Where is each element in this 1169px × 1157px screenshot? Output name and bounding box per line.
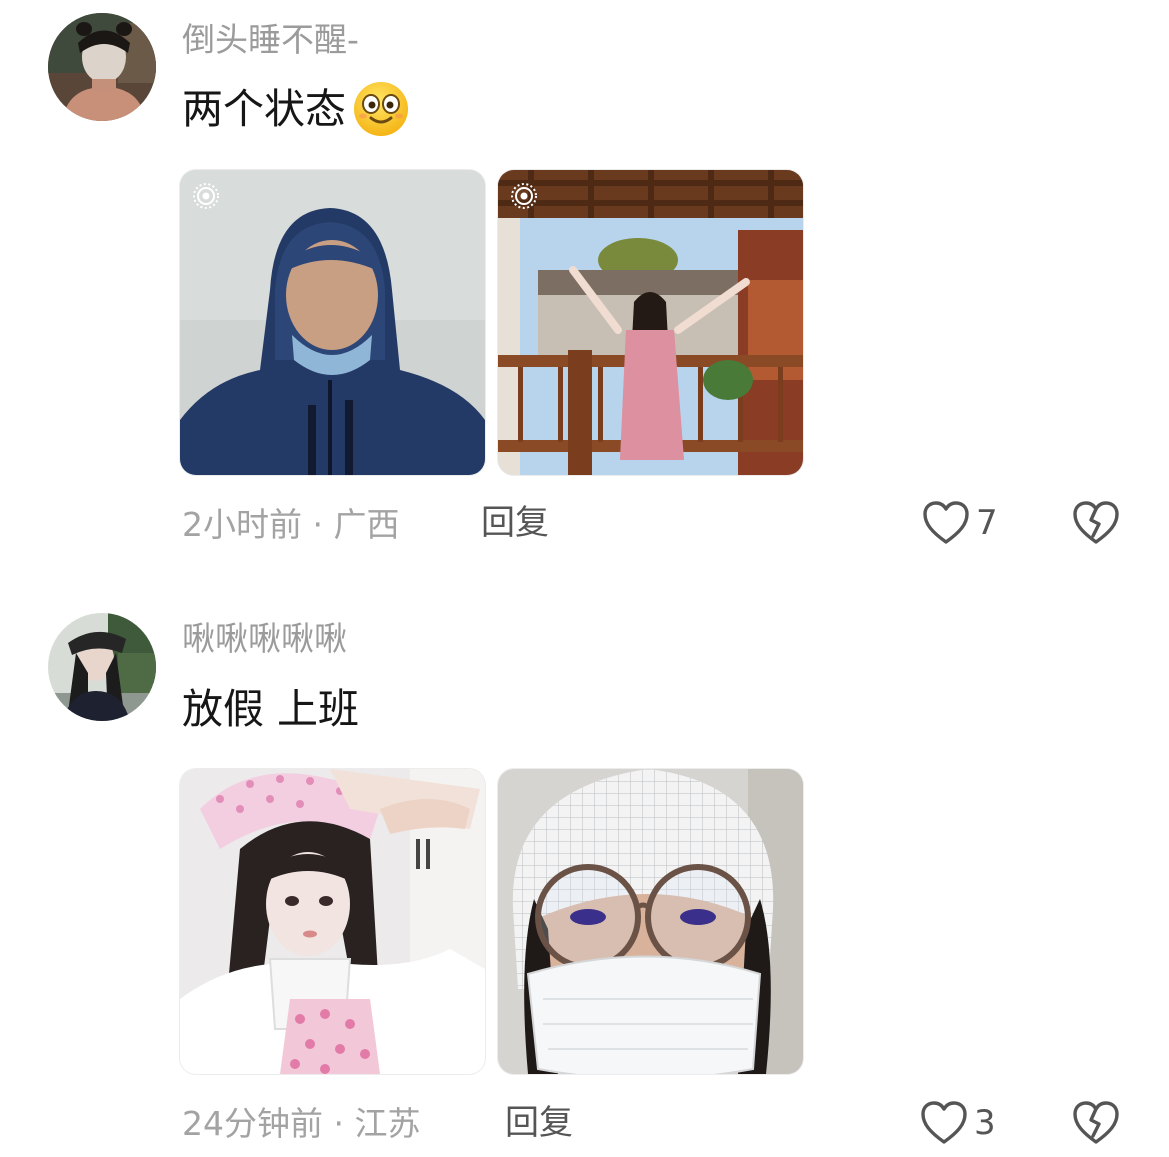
comment-meta: 2小时前 · 广西	[182, 505, 400, 544]
comment-item: 倒头睡不醒- 两个状态 2小时前 · 广西 回复 7	[0, 0, 1169, 580]
broken-heart-icon	[1072, 500, 1120, 546]
like-count: 3	[974, 1103, 996, 1143]
avatar[interactable]	[48, 13, 156, 121]
dislike-button[interactable]	[1072, 500, 1120, 546]
live-photo-icon	[509, 181, 539, 211]
comment-image-girl-pink-maid-cosplay[interactable]	[180, 769, 485, 1074]
comment-item: 啾啾啾啾啾 放假 上班 24分钟前 · 江苏 回复 3	[0, 600, 1169, 1157]
username[interactable]: 倒头睡不醒-	[182, 23, 359, 56]
comment-text: 放假 上班	[182, 680, 359, 738]
smiling-face-emoji-icon	[352, 80, 410, 138]
reply-button[interactable]: 回复	[481, 506, 549, 540]
heart-icon	[920, 1100, 968, 1146]
like-count: 7	[976, 503, 998, 543]
reply-button[interactable]: 回复	[505, 1106, 573, 1140]
like-button[interactable]: 3	[920, 1100, 996, 1146]
comment-image-selfie-blue-hood[interactable]	[180, 170, 485, 475]
comment-text: 两个状态	[182, 80, 410, 138]
comment-image-girl-courtyard-wooden-balcony[interactable]	[498, 170, 803, 475]
broken-heart-icon	[1072, 1100, 1120, 1146]
comment-text-content: 放假 上班	[182, 684, 360, 733]
comment-meta: 24分钟前 · 江苏	[182, 1104, 421, 1143]
like-button[interactable]: 7	[922, 500, 998, 546]
avatar[interactable]	[48, 613, 156, 721]
live-photo-icon	[191, 181, 221, 211]
heart-icon	[922, 500, 970, 546]
dislike-button[interactable]	[1072, 1100, 1120, 1146]
comment-text-content: 两个状态	[182, 84, 346, 133]
username[interactable]: 啾啾啾啾啾	[182, 622, 347, 655]
comment-image-selfie-hairnet-glasses-mask[interactable]	[498, 769, 803, 1074]
